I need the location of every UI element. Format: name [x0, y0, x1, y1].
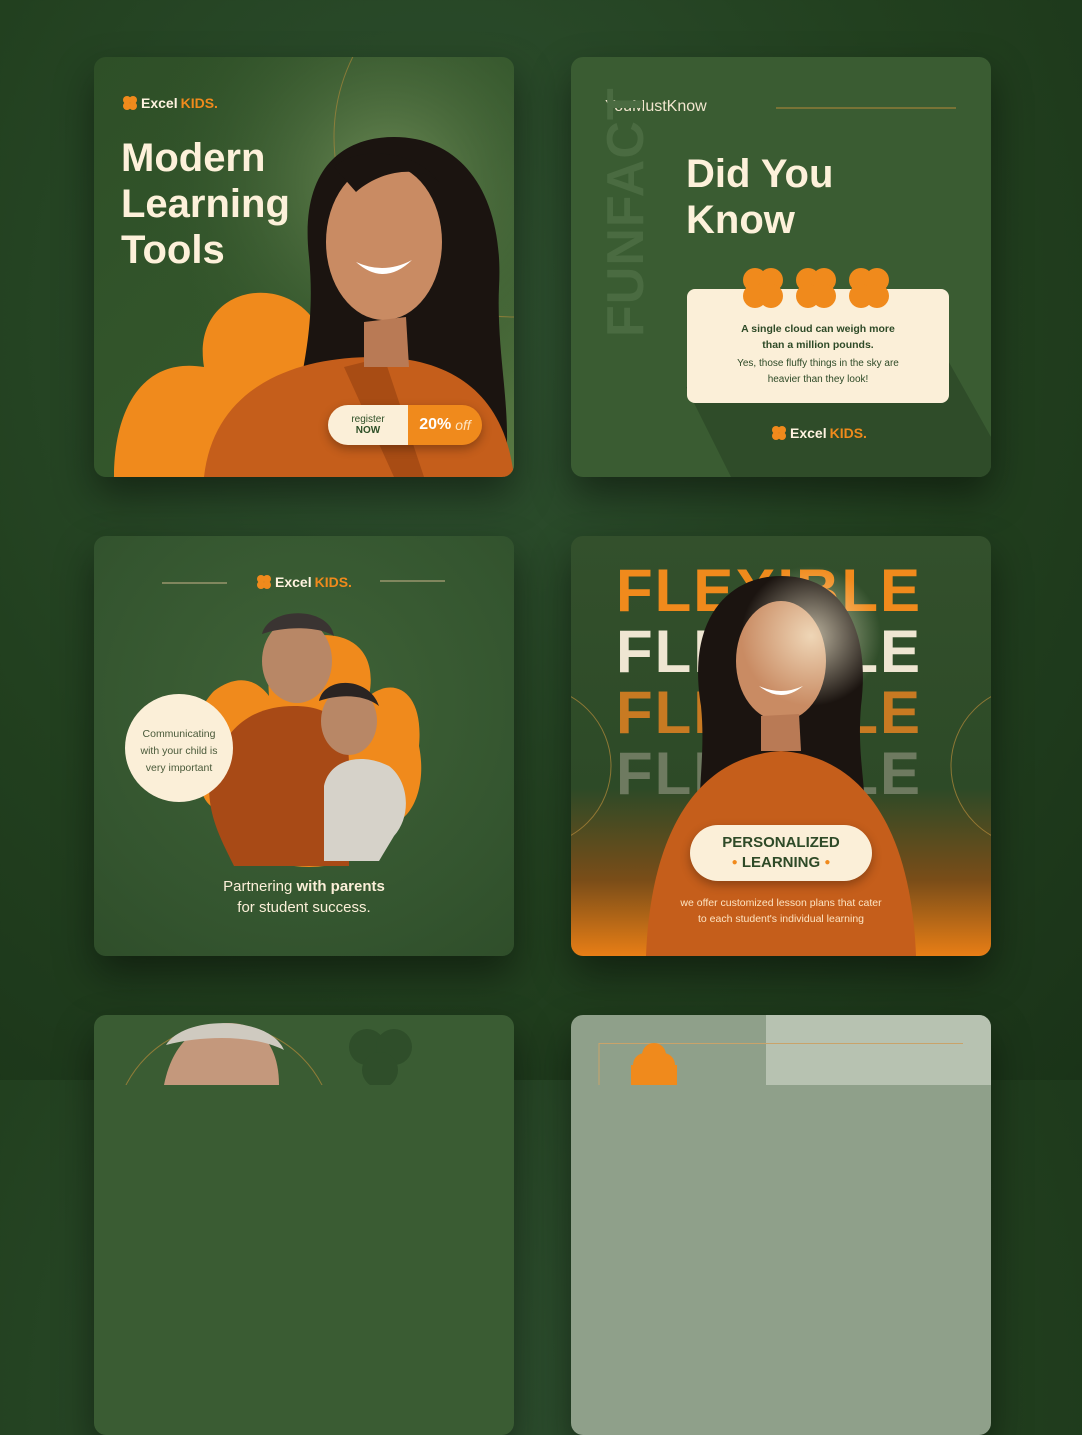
headline-line: Did You: [686, 152, 834, 196]
fact-bold-line: than a million pounds.: [762, 339, 874, 352]
body-line: we offer customized lesson plans that ca…: [680, 897, 882, 909]
post-card-modern-learning[interactable]: Excel KIDS. Modern Learning Tools registe…: [94, 57, 514, 477]
caption-part1: Partnering: [223, 878, 297, 895]
post-card-partial-left[interactable]: [94, 1015, 514, 1435]
card-art: [571, 566, 991, 956]
fact-body-line: Yes, those fluffy things in the sky are: [737, 357, 899, 369]
card3-caption: Partnering with parents for student succ…: [94, 876, 514, 918]
now-text: NOW: [355, 425, 381, 436]
bubble-line: Communicating: [142, 728, 216, 740]
personalized-learning-badge: PERSONALIZED ● LEARNING ●: [690, 825, 872, 881]
clover-icon: [631, 1043, 677, 1085]
discount-value: 20%: [419, 416, 452, 433]
body-line: to each student's individual learning: [697, 912, 865, 925]
headline-line: Modern: [121, 136, 266, 180]
fact-body-line: heavier than they look!: [767, 373, 869, 385]
badge-line-text: LEARNING: [741, 854, 821, 871]
post-card-partnering-parents[interactable]: Excel KIDS. Communicating with your child…: [94, 536, 514, 956]
card4-body: we offer customized lesson plans that ca…: [571, 896, 991, 928]
register-text: register: [351, 414, 385, 425]
bubble-line: with your child is: [140, 744, 218, 757]
headline-line: Tools: [121, 228, 225, 272]
brand-name-part2: KIDS.: [829, 425, 867, 441]
register-discount-button[interactable]: register NOW 20% off: [328, 405, 482, 445]
fact-body-text: Yes, those fluffy things in the sky are …: [687, 356, 949, 388]
headline-line: Know: [686, 198, 795, 242]
clover-logo-icon: [772, 426, 786, 440]
headline-line: Learning: [121, 182, 290, 226]
card1-headline: Modern Learning Tools: [121, 135, 290, 273]
card-art: [125, 1023, 412, 1085]
brand-logo: Excel KIDS.: [771, 425, 867, 441]
dot-icon: ●: [731, 857, 738, 869]
clover-logo-icon: [257, 575, 271, 589]
clover-icon: [743, 268, 783, 308]
brand-name-part1: Excel: [141, 95, 178, 111]
brand-name-part2: KIDS.: [314, 574, 352, 590]
bubble-line: very important: [145, 761, 213, 774]
post-card-flexible[interactable]: FLEXIBLE FLEXIBLE FLEXIBLE FLEXIBLE PERS…: [571, 536, 991, 956]
clover-icon: [849, 268, 889, 308]
brand-logo: Excel KIDS.: [122, 95, 218, 111]
clover-row: [743, 268, 889, 308]
bubble-text: Communicating with your child is very im…: [125, 726, 233, 776]
caption-bold: with parents: [296, 878, 385, 895]
badge-line: PERSONALIZED: [722, 834, 840, 851]
badge-line: ● LEARNING ●: [690, 853, 872, 873]
register-now-label: register NOW: [328, 405, 408, 445]
brand-logo: Excel KIDS.: [256, 574, 352, 590]
discount-suffix: off: [455, 417, 471, 433]
caption-line2: for student success.: [237, 899, 371, 916]
clover-logo-icon: [123, 96, 137, 110]
dot-icon: ●: [824, 857, 831, 869]
brand-name-part1: Excel: [275, 574, 312, 590]
card2-headline: Did You Know: [686, 151, 833, 243]
post-card-did-you-know[interactable]: YouMustKnow FUNFACT Did You Know A singl…: [571, 57, 991, 477]
clover-icon: [349, 1029, 412, 1085]
brand-name-part1: Excel: [790, 425, 827, 441]
clover-icon: [796, 268, 836, 308]
brand-name-part2: KIDS.: [180, 95, 218, 111]
fact-bold-line: A single cloud can weigh more: [741, 323, 895, 335]
funfact-vertical-text: FUNFACT: [597, 87, 655, 337]
discount-label: 20% off: [408, 405, 482, 445]
post-card-partial-right[interactable]: [571, 1015, 991, 1435]
card-art: [598, 1015, 991, 1085]
